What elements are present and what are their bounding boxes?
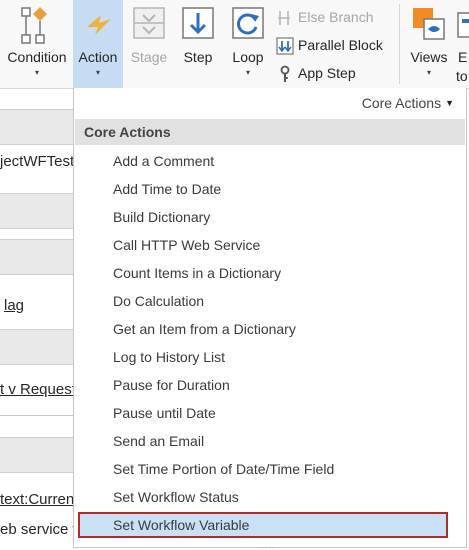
action-button[interactable]: Action ▾ [73,0,123,88]
menu-item-set-workflow-variable[interactable]: Set Workflow Variable [78,512,448,538]
designer-text: eb service w [0,521,84,538]
designer-stage-header [0,437,74,473]
menu-item-add-time-to-date[interactable]: Add Time to Date [78,176,448,202]
ribbon: Condition ▾ Action ▾ Stage Step Loop ▾ E… [0,0,469,89]
app-step-label: App Step [298,65,356,81]
else-branch-icon [278,11,290,26]
menu-group-header: Core Actions [75,119,465,145]
views-icon [413,8,445,40]
caret-down-icon: ▼ [445,98,454,108]
action-label: Action [78,49,118,65]
designer-link[interactable]: text:Current [0,491,78,508]
stage-icon [133,7,165,39]
parallel-block-icon [276,37,294,55]
menu-item-set-time-portion-of-date-time-field[interactable]: Set Time Portion of Date/Time Field [78,456,448,482]
workflow-designer: jectWFTest lag t v Request text:Current … [0,89,83,548]
parallel-block-button[interactable]: Parallel Block [276,34,383,56]
category-selector-label: Core Actions [361,95,442,111]
key-icon [280,65,290,83]
else-branch-button[interactable]: Else Branch [276,6,373,28]
menu-item-log-to-history-list[interactable]: Log to History List [78,344,448,370]
designer-stage-header [0,239,74,275]
export-label-line-2: to [456,68,468,84]
loop-label: Loop [232,49,264,65]
designer-stage-header [0,109,74,145]
step-label: Step [183,49,213,65]
designer-link[interactable]: lag [4,297,24,314]
resize-grip[interactable]: .... [261,540,275,550]
menu-item-pause-until-date[interactable]: Pause until Date [78,400,448,426]
stage-button[interactable]: Stage [126,0,172,88]
step-button[interactable]: Step [175,0,221,88]
chevron-down-icon: ▾ [245,68,250,77]
menu-item-send-an-email[interactable]: Send an Email [78,428,448,454]
menu-item-pause-for-duration[interactable]: Pause for Duration [78,372,448,398]
stage-label: Stage [130,49,168,65]
designer-stage-header [0,193,74,229]
chevron-down-icon: ▾ [95,68,100,77]
menu-item-add-a-comment[interactable]: Add a Comment [78,148,448,174]
designer-link[interactable]: t v Request [0,381,76,398]
condition-icon [21,7,47,44]
menu-item-do-calculation[interactable]: Do Calculation [78,288,448,314]
menu-item-build-dictionary[interactable]: Build Dictionary [78,204,448,230]
views-label: Views [410,49,448,65]
export-label-line-1: E [458,49,468,65]
chevron-down-icon: ▾ [426,68,431,77]
export-button[interactable]: E to [454,0,469,88]
category-selector[interactable]: Core Actions ▼ [362,95,454,111]
menu-item-set-workflow-status[interactable]: Set Workflow Status [78,484,448,510]
export-icon [457,12,469,38]
lightning-icon [87,15,111,35]
designer-divider [0,415,74,416]
step-icon [182,7,214,39]
views-button[interactable]: Views ▾ [406,0,452,88]
app-step-button[interactable]: App Step [276,62,356,84]
action-dropdown-menu: Core Actions ▼ Core Actions Add a Comment… [73,88,467,550]
chevron-down-icon: ▾ [34,68,39,77]
condition-button[interactable]: Condition ▾ [2,0,72,88]
condition-label: Condition [7,49,67,65]
designer-text: jectWFTest [0,153,75,170]
menu-item-count-items-in-a-dictionary[interactable]: Count Items in a Dictionary [78,260,448,286]
menu-item-call-http-web-service[interactable]: Call HTTP Web Service [78,232,448,258]
ribbon-separator [399,4,400,84]
parallel-block-label: Parallel Block [298,37,383,53]
loop-icon [232,7,264,39]
else-branch-label: Else Branch [298,9,374,25]
designer-stage-header [0,329,74,365]
loop-button[interactable]: Loop ▾ [225,0,271,88]
menu-item-get-an-item-from-a-dictionary[interactable]: Get an Item from a Dictionary [78,316,448,342]
